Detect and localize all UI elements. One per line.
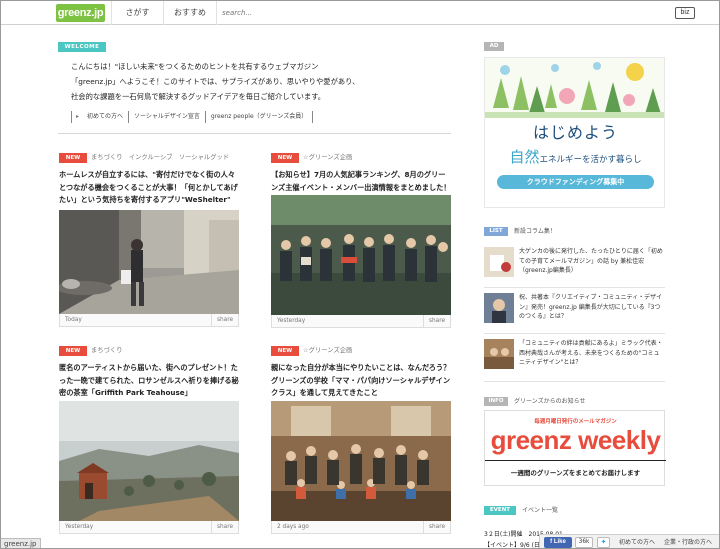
new-badge: NEW [271,153,299,163]
greenz-weekly-banner[interactable]: 毎週月曜日発行のメールマガジン greenz weekly 一週間のグリーンズを… [484,410,666,486]
article-photo[interactable] [59,401,239,521]
list-item[interactable]: 大ゲンカの後に発行した、たったひとりに届く「初めての子育てメールマガジン」の話 … [484,247,665,283]
ad-sub-big: 自然 [509,148,540,166]
article-card[interactable]: NEW ☆グリーンズ企画 親になった自分が本当にやりたいことは、なんだろう？グリ… [271,346,451,536]
article-date: 2 days ago [277,524,309,530]
site-logo[interactable]: greenz.jp [56,4,105,22]
list-label: LIST [484,227,508,236]
ad-banner[interactable]: はじめよう 自然エネルギーを活かす暮らし クラウドファンディング募集中 [484,57,665,208]
family-photo [271,401,451,521]
event-title[interactable]: イベント一覧 [522,506,558,515]
share-button[interactable]: share [211,314,238,326]
article-category[interactable]: まちづくり インクルーシブ ソーシャルグッド [91,153,229,163]
weekly-description: 一週間のグリーンズをまとめてお届けします [485,460,666,477]
list-thumb [484,247,514,277]
biz-button[interactable]: biz [675,7,695,19]
article-title[interactable]: 親になった自分が本当にやりたいことは、なんだろう？グリーンズの学校「ママ・パパ向… [271,362,451,400]
article-photo[interactable] [271,401,451,521]
link-business[interactable]: 企業・行政の方へ [664,535,712,548]
event-entry[interactable]: 【イベント】9/6 (日) [484,540,542,548]
welcome-line: 社会的な課題を一石何鳥で解決するグッドアイデアを毎日ご紹介しています。 [71,92,326,101]
link-social-design[interactable]: ソーシャルデザイン宣言 [128,111,205,123]
divider [484,333,665,334]
list-item[interactable]: 「コミュニティの絆は貢献にあるよ」ミラック代表・西村典哉さんが考える、未来をつく… [484,339,665,375]
nav-recommend[interactable]: おすすめ [163,1,217,25]
divider [58,133,451,134]
crowdfunding-button[interactable]: クラウドファンディング募集中 [497,175,654,189]
facebook-like-button[interactable]: f Like [544,537,572,548]
welcome-badge: WELCOME [58,42,106,52]
link-first-time-footer[interactable]: 初めての方へ [619,535,655,548]
browser-frame: greenz.jp さがす おすすめ biz WELCOME こんにちは！"ほし… [0,0,720,549]
bottom-share-bar: f Like 36k ✦ 初めての方へ 企業・行政の方へ [539,534,719,548]
article-footer: Yesterday share [271,315,451,328]
article-category[interactable]: ☆グリーンズ企画 [303,153,352,163]
search-input[interactable] [222,6,322,20]
new-badge: NEW [59,346,87,356]
site-header: greenz.jp さがす おすすめ biz [1,1,719,25]
article-title[interactable]: 【お知らせ】7月の人気記事ランキング、8月のグリーンズ主催イベント・メンバー出演… [271,169,451,194]
event-label: EVENT [484,506,516,515]
group-photo [271,195,451,315]
list-thumb [484,293,514,323]
like-count: 36k [575,537,593,548]
nav-search[interactable]: さがす [111,1,163,25]
list-item-text: 大ゲンカの後に発行した、たったひとりに届く「初めての子育てメールマガジン」の話 … [519,248,663,274]
article-date: Today [65,317,82,323]
new-badge: NEW [271,346,299,356]
new-badge: NEW [59,153,87,163]
list-item-text: 祝、共著本『クリエイティブ・コミュニティ・デザイン』発売！greenz.jp 編… [519,294,663,320]
teahouse-photo [59,401,239,521]
welcome-intro: こんにちは！"ほしい未来"をつくるためのヒントを共有するウェブマガジン 「gre… [71,59,451,104]
weekly-caption: 毎週月曜日発行のメールマガジン [534,419,617,425]
status-url: greenz.jp [1,538,41,548]
divider [484,381,665,382]
share-button[interactable]: share [423,521,450,533]
list-item-text: 「コミュニティの絆は貢献にあるよ」ミラック代表・西村典哉さんが考える、未来をつく… [519,340,663,366]
ad-subline: 自然エネルギーを活かす暮らし [485,146,664,167]
link-greenz-people[interactable]: greenz people（グリーンズ会員） [204,111,314,123]
welcome-line: こんにちは！"ほしい未来"をつくるためのヒントを共有するウェブマガジン [71,62,319,71]
article-photo[interactable] [59,210,239,314]
twitter-icon[interactable]: ✦ [597,537,610,548]
article-footer: Today share [59,314,239,327]
share-button[interactable]: share [423,315,450,327]
article-card[interactable]: NEW まちづくり インクルーシブ ソーシャルグッド ホームレスが自立するには、… [59,153,239,328]
ad-sub-rest: エネルギーを活かす暮らし [539,155,642,165]
article-card[interactable]: NEW ☆グリーンズ企画 【お知らせ】7月の人気記事ランキング、8月のグリーンズ… [271,153,451,328]
list-title[interactable]: 新設コラム集！ [514,227,556,236]
welcome-links: 初めての方へ ソーシャルデザイン宣言 greenz people（グリーンズ会員… [71,111,314,123]
article-footer: 2 days ago share [271,521,451,534]
share-button[interactable]: share [211,521,238,533]
article-title[interactable]: 匿名のアーティストから届いた、街へのプレゼント！たった一晩で建てられた、ロサンゼ… [59,362,239,400]
article-card[interactable]: NEW まちづくり 匿名のアーティストから届いた、街へのプレゼント！たった一晩で… [59,346,239,536]
article-category[interactable]: ☆グリーンズ企画 [303,346,352,356]
article-footer: Yesterday share [59,521,239,534]
article-category[interactable]: まちづくり [91,346,122,356]
article-date: Yesterday [277,318,306,324]
welcome-line: 「greenz.jp」へようこそ！このサイトでは、サプライズがあり、思いやりや愛… [71,77,360,86]
street-photo [59,210,239,314]
ad-headline: はじめよう [532,123,618,142]
forest-illustration [485,58,664,118]
weekly-title: greenz weekly [490,425,661,455]
divider [484,287,665,288]
info-label: INFO [484,397,508,406]
list-item[interactable]: 祝、共著本『クリエイティブ・コミュニティ・デザイン』発売！greenz.jp 編… [484,293,665,329]
like-label: Like [553,539,566,545]
list-thumb [484,339,514,369]
info-title[interactable]: グリーンズからのお知らせ [514,397,585,406]
article-photo[interactable] [271,195,451,315]
article-date: Yesterday [65,524,94,530]
ad-label: AD [484,42,504,51]
link-first-time[interactable]: 初めての方へ [71,111,128,123]
article-title[interactable]: ホームレスが自立するには、"寄付だけでなく街の人々とつながる機会をつくることが大… [59,169,239,207]
